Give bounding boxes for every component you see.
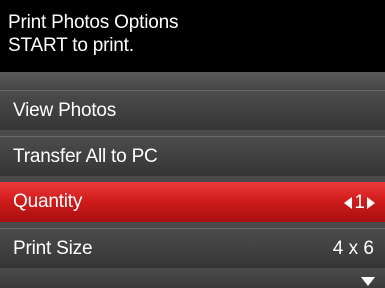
menu-item-print-size[interactable]: Print Size 4 x 6 xyxy=(0,228,385,268)
menu-item-label: Print Size xyxy=(13,238,93,259)
header-bar: Print Photos Options START to print. xyxy=(0,0,385,72)
header-separator xyxy=(0,72,385,90)
triangle-down-icon[interactable] xyxy=(361,277,375,286)
menu-item-transfer-all[interactable]: Transfer All to PC xyxy=(0,136,385,176)
quantity-stepper[interactable]: 1 xyxy=(344,192,375,214)
triangle-right-icon[interactable] xyxy=(367,197,375,209)
page-subtitle: START to print. xyxy=(8,35,134,56)
menu-item-view-photos[interactable]: View Photos xyxy=(0,90,385,130)
triangle-left-icon[interactable] xyxy=(344,197,353,209)
menu-item-label: Transfer All to PC xyxy=(13,146,158,167)
menu-item-label: Quantity xyxy=(13,191,83,212)
quantity-value: 1 xyxy=(354,192,365,213)
menu-item-quantity[interactable]: Quantity 1 xyxy=(0,182,385,222)
print-size-value: 4 x 6 xyxy=(332,238,374,259)
page-title: Print Photos Options xyxy=(8,12,179,33)
menu-item-label: View Photos xyxy=(13,100,117,121)
bottom-bar xyxy=(0,270,385,288)
